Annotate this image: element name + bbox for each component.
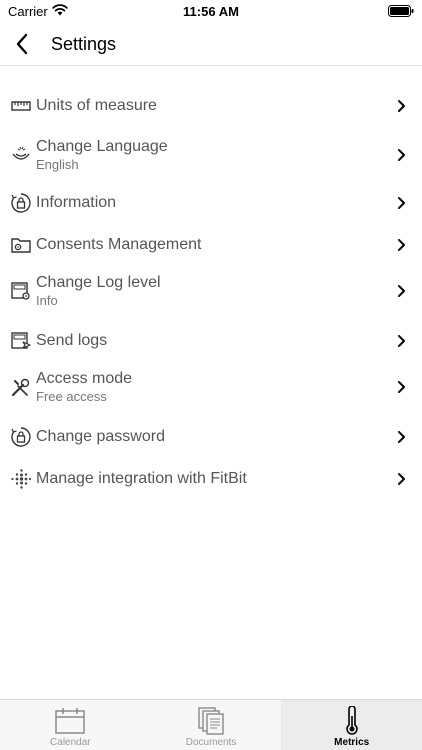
consents-folder-icon: [10, 234, 32, 256]
chevron-right-icon: [398, 197, 405, 209]
tab-label: Documents: [185, 737, 237, 748]
calendar-icon: [55, 708, 86, 734]
chevron-right-icon: [398, 431, 405, 443]
settings-item-send-logs[interactable]: Send logs: [0, 324, 422, 356]
info-lock-icon: [10, 192, 32, 214]
log-level-icon: [10, 280, 32, 302]
status-time: 11:56 AM: [183, 4, 239, 19]
settings-item-fitbit-integration[interactable]: Manage integration with FitBit: [0, 462, 422, 494]
settings-item-label: Access mode: [36, 370, 133, 387]
tab-bar: Calendar Documents Metrics: [0, 699, 422, 750]
tab-label: Calendar: [50, 737, 91, 748]
password-lock-icon: [10, 426, 32, 448]
tools-icon: [10, 376, 32, 398]
chevron-right-icon: [398, 381, 405, 393]
chevron-right-icon: [398, 335, 405, 347]
language-icon: [10, 144, 32, 166]
settings-item-change-language[interactable]: Change Language English: [0, 134, 422, 176]
settings-item-change-log-level[interactable]: Change Log level Info: [0, 270, 422, 312]
tab-documents[interactable]: Documents: [141, 700, 282, 750]
tab-calendar[interactable]: Calendar: [0, 700, 141, 750]
settings-item-information[interactable]: Information: [0, 186, 422, 218]
settings-item-change-password[interactable]: Change password: [0, 420, 422, 452]
settings-item-label: Consents Management: [36, 236, 202, 253]
settings-item-access-mode[interactable]: Access mode Free access: [0, 366, 422, 408]
settings-item-value: Free access: [36, 389, 107, 404]
documents-icon: [198, 707, 224, 735]
chevron-right-icon: [398, 473, 405, 485]
settings-item-value: Info: [36, 293, 58, 308]
settings-item-label: Change Language: [36, 138, 168, 155]
navigation-bar: Settings: [0, 22, 422, 66]
settings-item-label: Send logs: [36, 332, 108, 349]
settings-item-label: Units of measure: [36, 97, 157, 114]
settings-item-consents-management[interactable]: Consents Management: [0, 228, 422, 260]
settings-item-label: Change Log level: [36, 274, 161, 291]
settings-item-label: Information: [36, 194, 117, 211]
thermometer-icon: [345, 706, 358, 735]
page-title: Settings: [51, 34, 117, 54]
chevron-right-icon: [398, 285, 405, 297]
tab-label: Metrics: [334, 737, 370, 748]
ruler-icon: [10, 95, 32, 117]
chevron-right-icon: [398, 239, 405, 251]
chevron-left-icon: [16, 33, 28, 55]
settings-item-units-of-measure[interactable]: Units of measure: [0, 90, 422, 122]
status-bar: Carrier 11:56 AM: [0, 0, 422, 22]
send-logs-icon: [10, 330, 32, 352]
settings-item-label: Manage integration with FitBit: [36, 470, 247, 487]
settings-item-label: Change password: [36, 428, 165, 445]
battery-icon: [388, 5, 414, 17]
fitbit-icon: [10, 468, 32, 490]
tab-metrics[interactable]: Metrics: [281, 700, 422, 750]
chevron-right-icon: [398, 149, 405, 161]
chevron-right-icon: [398, 100, 405, 112]
settings-item-value: English: [36, 157, 79, 172]
back-button[interactable]: [8, 30, 36, 58]
